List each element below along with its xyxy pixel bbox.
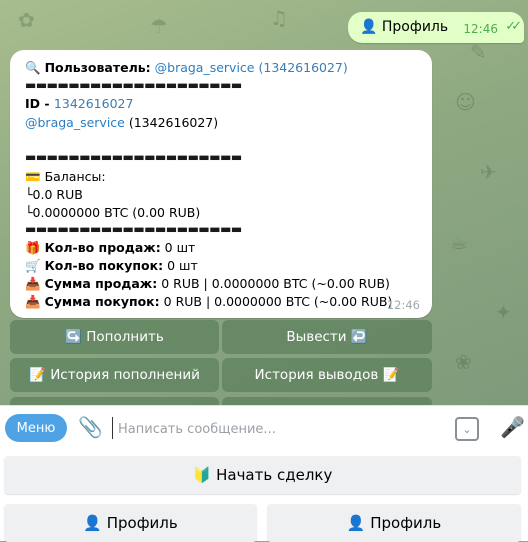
sales-sum-line: 📥 Сумма продаж: 0 RUB | 0.0000000 BTC (~… bbox=[25, 276, 390, 292]
balance-btc: └0.0000000 BTC (0.00 RUB) bbox=[25, 205, 201, 220]
read-checks-icon: ✓✓ bbox=[505, 19, 522, 34]
id-line: ID - 1342616027 bbox=[25, 96, 133, 111]
balances-line: 💳 Балансы: bbox=[25, 169, 106, 185]
profile-button[interactable]: 👤 Профиль bbox=[267, 504, 521, 542]
start-deal-button[interactable]: 🔰 Начать сделку bbox=[4, 456, 521, 494]
message-time: 12:46 bbox=[463, 22, 498, 36]
doodle-icon: ☂ bbox=[150, 14, 168, 38]
username-link[interactable]: @braga_service bbox=[25, 115, 125, 130]
separator: ▬▬▬▬▬▬▬▬▬▬▬▬▬▬▬▬▬▬▬▬ bbox=[25, 78, 242, 92]
message-composer: Меню 📎 ⌄ 🎤 bbox=[0, 405, 528, 450]
withdraw-history-button[interactable]: История выводов 📝 bbox=[222, 358, 432, 392]
username-link[interactable]: @braga_service bbox=[155, 60, 255, 75]
profile-button[interactable]: 👤 Профиль bbox=[4, 504, 257, 542]
purchases-count-value: 0 шт bbox=[163, 258, 198, 273]
doodle-icon: ♫ bbox=[270, 6, 288, 30]
message-input[interactable] bbox=[116, 414, 440, 444]
user-line: 🔍 Пользователь: @braga_service (13426160… bbox=[25, 60, 348, 76]
paperclip-icon[interactable]: 📎 bbox=[78, 415, 103, 439]
microphone-icon[interactable]: 🎤 bbox=[500, 415, 525, 439]
sales-count-value: 0 шт bbox=[160, 240, 196, 255]
purchases-count-line: 🛒 Кол-во покупок: 0 шт bbox=[25, 258, 198, 274]
sales-sum-label: Сумма продаж: bbox=[44, 276, 158, 291]
doodle-icon: ☕ bbox=[450, 230, 468, 254]
outgoing-text: 👤 Профиль bbox=[360, 19, 449, 35]
withdraw-button[interactable]: Вывести ↩️ bbox=[222, 320, 432, 354]
purchases-sum-line: 📥 Сумма покупок: 0 RUB | 0.0000000 BTC (… bbox=[25, 294, 392, 310]
sales-count-label: Кол-во продаж: bbox=[44, 240, 161, 255]
user-id: (1342616027) bbox=[258, 60, 348, 75]
doodle-icon: ✎ bbox=[470, 40, 487, 64]
doodle-icon: ☺ bbox=[455, 90, 476, 114]
doodle-icon: ✈ bbox=[480, 160, 497, 184]
inline-button-partial[interactable] bbox=[10, 397, 219, 405]
deposit-history-button[interactable]: 📝 История пополнений bbox=[10, 358, 219, 392]
menu-button[interactable]: Меню bbox=[5, 414, 67, 442]
sales-count-line: 🎁 Кол-во продаж: 0 шт bbox=[25, 240, 195, 256]
credit-card-icon: 💳 bbox=[25, 169, 41, 184]
inbox-tray-icon: 📥 bbox=[25, 276, 41, 291]
balance-rub: └0.0 RUB bbox=[25, 187, 83, 202]
username-line: @braga_service (1342616027) bbox=[25, 115, 218, 130]
doodle-icon: ✦ bbox=[495, 300, 512, 324]
reply-keyboard: 🔰 Начать сделку 👤 Профиль 👤 Профиль bbox=[0, 449, 528, 542]
message-time: 12:46 bbox=[386, 298, 420, 312]
text-cursor bbox=[112, 417, 113, 439]
purchases-count-label: Кол-во покупок: bbox=[44, 258, 164, 273]
outgoing-message[interactable]: 👤 Профиль 12:46 ✓✓ bbox=[348, 12, 524, 43]
inbox-tray-icon: 📥 bbox=[25, 294, 41, 309]
separator: ▬▬▬▬▬▬▬▬▬▬▬▬▬▬▬▬▬▬▬▬ bbox=[25, 222, 242, 236]
deposit-button[interactable]: ↪️ Пополнить bbox=[10, 320, 219, 354]
gift-icon: 🎁 bbox=[25, 240, 41, 255]
sales-sum-value: 0 RUB | 0.0000000 BTC (~0.00 RUB) bbox=[157, 276, 390, 291]
balances-label: Балансы: bbox=[44, 169, 106, 184]
purchases-sum-label: Сумма покупок: bbox=[44, 294, 160, 309]
keyboard-icon[interactable]: ⌄ bbox=[455, 417, 479, 441]
doodle-icon: ✿ bbox=[18, 8, 35, 32]
cart-icon: 🛒 bbox=[25, 258, 41, 273]
purchases-sum-value: 0 RUB | 0.0000000 BTC (~0.00 RUB) bbox=[159, 294, 393, 309]
inline-button-partial[interactable] bbox=[222, 397, 432, 405]
doodle-icon: ❀ bbox=[455, 350, 472, 374]
user-id: (1342616027) bbox=[128, 115, 219, 130]
id-value[interactable]: 1342616027 bbox=[54, 96, 134, 111]
user-label: Пользователь: bbox=[44, 60, 151, 75]
id-label: ID - bbox=[25, 96, 54, 111]
magnifier-icon: 🔍 bbox=[25, 60, 41, 75]
separator: ▬▬▬▬▬▬▬▬▬▬▬▬▬▬▬▬▬▬▬▬ bbox=[25, 150, 242, 164]
profile-message[interactable]: 🔍 Пользователь: @braga_service (13426160… bbox=[10, 50, 432, 318]
